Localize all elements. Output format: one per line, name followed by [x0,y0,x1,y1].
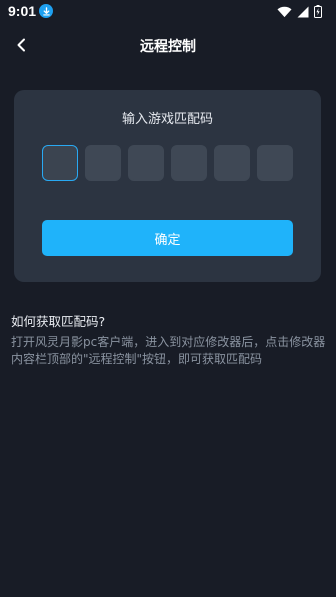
card-title: 输入游戏匹配码 [121,112,213,127]
code-box-2[interactable] [85,145,121,181]
help-description: 打开风灵月影pc客户端，进入到对应修改器后，点击修改器内容栏顶部的"远程控制"按… [11,335,326,366]
code-box-3[interactable] [128,145,164,181]
confirm-button[interactable]: 确定 [42,220,293,256]
status-time: 9:01 [8,3,37,19]
status-icons [277,5,322,18]
code-box-1[interactable] [42,145,78,181]
nav-bar: 远程控制 [0,26,336,64]
match-code-input[interactable] [42,145,293,181]
page-title: 远程控制 [140,39,196,55]
signal-icon [297,6,309,17]
code-box-5[interactable] [214,145,250,181]
match-code-card: 输入游戏匹配码 确定 [14,90,321,282]
battery-icon [314,5,322,18]
download-icon [39,4,53,18]
status-bar: 9:01 [0,0,336,24]
wifi-icon [277,6,292,17]
code-box-6[interactable] [257,145,293,181]
code-box-4[interactable] [171,145,207,181]
help-title: 如何获取匹配码? [11,314,106,329]
